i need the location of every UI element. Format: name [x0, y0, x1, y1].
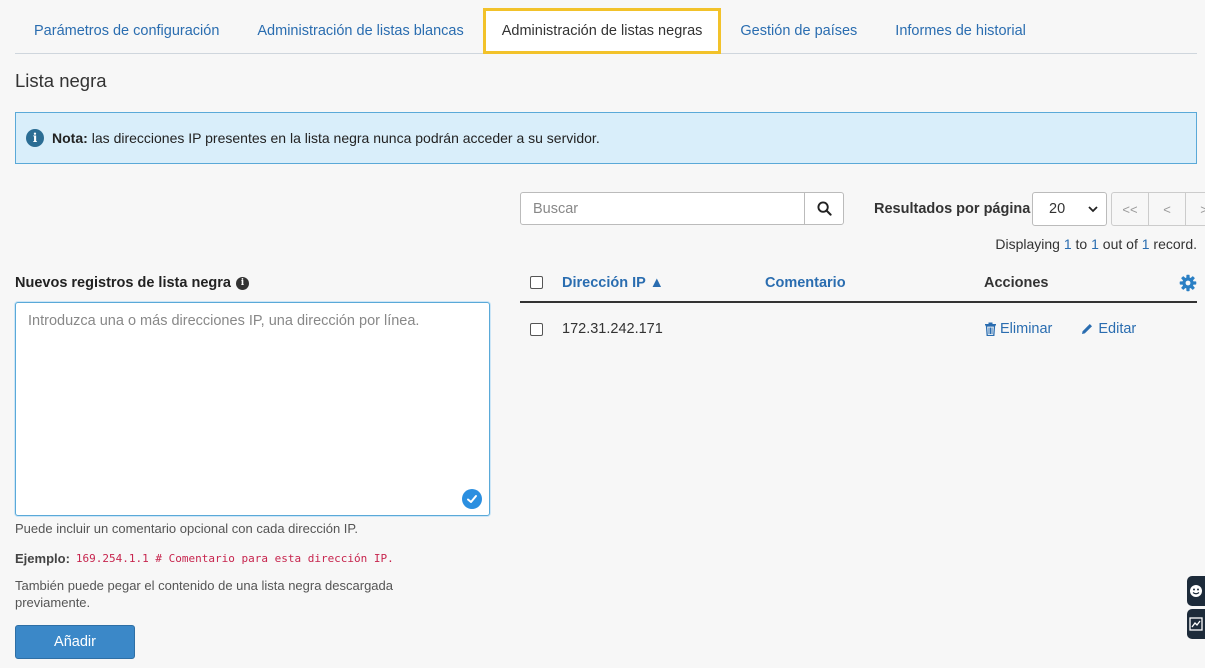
row-checkbox[interactable]: [530, 322, 543, 336]
column-actions: Acciones: [984, 274, 1049, 291]
select-all-cell: [520, 276, 562, 289]
smiley-icon: [1190, 585, 1202, 597]
next-page-button[interactable]: >: [1185, 192, 1205, 226]
actions-header-cell: Acciones: [984, 275, 1169, 291]
ip-entries-textarea[interactable]: Introduzca una o más direcciones IP, una…: [15, 302, 490, 516]
summary-mid: to: [1071, 236, 1092, 252]
row-actions: Eliminar Editar: [984, 321, 1196, 337]
summary-to: 1: [1091, 236, 1099, 252]
row-select-cell: [520, 322, 562, 336]
prev-page-button[interactable]: <: [1148, 192, 1186, 226]
records-summary: Displaying 1 to 1 out of 1 record.: [995, 236, 1197, 252]
pagination: << < >: [1111, 192, 1205, 226]
info-icon[interactable]: i: [235, 276, 249, 290]
gear-icon[interactable]: [1179, 274, 1197, 292]
info-alert: i Nota: las direcciones IP presentes en …: [15, 112, 1197, 164]
info-circle-icon: i: [26, 129, 44, 147]
search-icon: [816, 201, 832, 216]
summary-mid2: out of: [1098, 236, 1142, 252]
settings-cell: [1169, 274, 1197, 292]
tab-configuration[interactable]: Parámetros de configuración: [15, 8, 238, 53]
summary-total: 1: [1141, 236, 1150, 252]
textarea-placeholder: Introduzca una o más direcciones IP, una…: [28, 313, 420, 329]
search-input[interactable]: [521, 193, 804, 224]
first-page-button[interactable]: <<: [1111, 192, 1149, 226]
alert-bold: Nota:: [52, 130, 88, 146]
search-button[interactable]: [804, 193, 843, 224]
check-circle-icon: [462, 489, 482, 509]
example-code: 169.254.1.1 # Comentario para esta direc…: [75, 552, 394, 565]
tab-blacklist[interactable]: Administración de listas negras: [482, 8, 722, 54]
select-all-checkbox[interactable]: [530, 276, 543, 289]
summary-from: 1: [1063, 236, 1072, 252]
tab-history[interactable]: Informes de historial: [876, 8, 1045, 53]
edit-link[interactable]: Editar: [1080, 321, 1136, 337]
table-row: 172.31.242.171 Eliminar Editar: [520, 310, 1197, 348]
chevron-down-icon: [1088, 206, 1098, 213]
comment-help-text: Puede incluir un comentario opcional con…: [15, 521, 359, 536]
pencil-icon: [1082, 324, 1093, 334]
table-header: Dirección IP ▲ Comentario Acciones: [520, 264, 1197, 303]
paste-help-text: También puede pegar el contenido de una …: [15, 578, 393, 610]
example-label: Ejemplo:: [15, 551, 70, 566]
per-page-value: 20: [1049, 201, 1066, 217]
new-entries-label: Nuevos registros de lista negra: [15, 275, 231, 291]
row-ip: 172.31.242.171: [562, 321, 663, 337]
tab-countries[interactable]: Gestión de países: [721, 8, 876, 53]
stats-widget[interactable]: [1187, 609, 1205, 639]
trash-icon: [985, 322, 996, 336]
summary-prefix: Displaying: [995, 236, 1064, 252]
page-title: Lista negra: [15, 70, 107, 91]
ip-header-cell: Dirección IP ▲: [562, 275, 765, 291]
new-entries-label-row: Nuevos registros de lista negra i: [15, 275, 490, 291]
alert-text: las direcciones IP presentes en la lista…: [91, 130, 600, 146]
delete-link[interactable]: Eliminar: [984, 321, 1052, 337]
example-row: Ejemplo: 169.254.1.1 # Comentario para e…: [15, 551, 394, 566]
results-per-page-label: Resultados por página: [874, 201, 1031, 217]
results-per-page-select[interactable]: 20: [1032, 192, 1107, 226]
feedback-widget[interactable]: [1187, 576, 1205, 606]
new-entries-form: Nuevos registros de lista negra i Introd…: [15, 275, 490, 659]
tab-whitelist[interactable]: Administración de listas blancas: [238, 8, 482, 53]
column-ip-sort[interactable]: Dirección IP ▲: [562, 275, 664, 291]
delete-label: Eliminar: [1000, 321, 1053, 337]
summary-suffix: record.: [1149, 236, 1197, 252]
tab-bar: Parámetros de configuración Administraci…: [15, 8, 1197, 54]
column-comment-sort[interactable]: Comentario: [765, 275, 846, 291]
chart-icon: [1189, 617, 1203, 631]
comment-header-cell: Comentario: [765, 275, 984, 291]
edit-label: Editar: [1098, 321, 1137, 337]
add-button[interactable]: Añadir: [15, 625, 135, 659]
search-box: [520, 192, 844, 225]
